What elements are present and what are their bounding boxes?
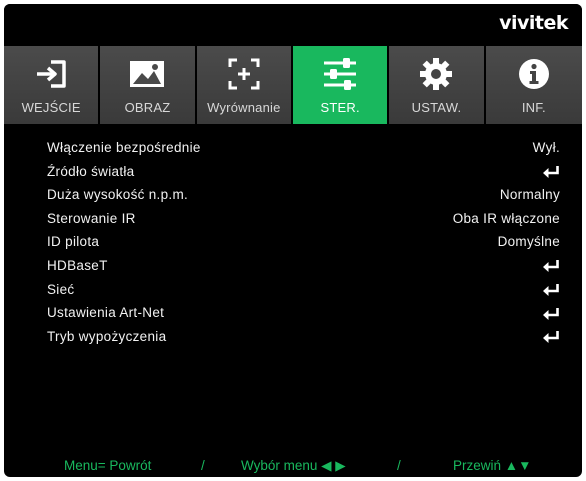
tab-label: STER. — [320, 100, 360, 115]
menu-item-value: Wył. — [532, 140, 560, 155]
menu-item-label: Sterowanie IR — [47, 210, 136, 226]
tab-input[interactable]: WEJŚCIE — [4, 46, 101, 124]
menu-item-network[interactable]: Sieć — [4, 278, 582, 302]
tab-label: INF. — [521, 100, 546, 115]
menu-item-rental-mode[interactable]: Tryb wypożyczenia — [4, 325, 582, 349]
menu-item-remote-id[interactable]: ID pilota Domyślne — [4, 230, 582, 254]
projector-osd-menu: vivitek WEJŚCIE OBRAZ Wyrównanie STER. U… — [4, 4, 582, 477]
sliders-icon — [293, 56, 387, 92]
enter-icon — [542, 254, 560, 278]
menu-item-value: Domyślne — [497, 234, 560, 250]
info-icon — [486, 56, 582, 92]
menu-item-label: Włączenie bezpośrednie — [47, 140, 201, 155]
tab-label: USTAW. — [411, 100, 462, 115]
menu-item-light-source[interactable]: Źródło światła — [4, 160, 582, 184]
tab-alignment[interactable]: Wyrównanie — [196, 46, 293, 124]
enter-icon — [542, 278, 560, 302]
menu-item-label: ID pilota — [47, 234, 100, 250]
enter-icon — [542, 301, 560, 325]
tab-setup[interactable]: USTAW. — [389, 46, 486, 124]
menu-item-value: Normalny — [499, 187, 560, 203]
hint-separator: / — [201, 458, 205, 473]
menu-item-ir-control[interactable]: Sterowanie IR Oba IR włączone — [4, 207, 582, 231]
menu-item-hdbaset[interactable]: HDBaseT — [4, 254, 582, 278]
enter-icon — [542, 160, 560, 184]
menu-item-label: Źródło światła — [47, 163, 135, 179]
select-menu-hint: Wybór menu ◀ ▶ — [241, 458, 346, 473]
menu-item-label: Sieć — [47, 281, 75, 297]
tab-control[interactable]: STER. — [292, 46, 390, 124]
picture-icon — [100, 56, 194, 92]
menu-item-value: Oba IR włączone — [452, 210, 560, 226]
tab-label: WEJŚCIE — [21, 100, 81, 115]
enter-icon — [542, 325, 560, 349]
menu-item-high-altitude[interactable]: Duża wysokość n.p.m. Normalny — [4, 183, 582, 207]
menu-item-label: Tryb wypożyczenia — [47, 328, 167, 344]
menu-item-label: Ustawienia Art-Net — [47, 305, 165, 321]
scroll-hint: Przewiń ▲▼ — [453, 458, 532, 473]
tab-label: OBRAZ — [124, 100, 171, 115]
menu-back-hint: Menu= Powrót — [64, 458, 152, 473]
tab-picture[interactable]: OBRAZ — [100, 46, 197, 124]
menu-item-label: HDBaseT — [47, 257, 108, 273]
hint-separator: / — [397, 458, 401, 473]
gear-icon — [389, 56, 483, 92]
menu-tabs: WEJŚCIE OBRAZ Wyrównanie STER. USTAW. IN… — [4, 46, 582, 124]
tab-label: Wyrównanie — [207, 100, 281, 115]
vivitek-logo: vivitek — [499, 12, 568, 34]
alignment-icon — [197, 56, 291, 92]
navigation-hint-bar: Menu= Powrót / Wybór menu ◀ ▶ / Przewiń … — [4, 454, 582, 477]
top-bar: vivitek — [4, 4, 582, 46]
tab-info[interactable]: INF. — [485, 46, 582, 124]
input-icon — [4, 56, 98, 92]
control-menu-list: Włączenie bezpośrednie Wył. Źródło świat… — [4, 136, 582, 348]
menu-item-art-net-settings[interactable]: Ustawienia Art-Net — [4, 301, 582, 325]
menu-item-direct-power-on[interactable]: Włączenie bezpośrednie Wył. — [4, 136, 582, 160]
menu-item-label: Duża wysokość n.p.m. — [47, 187, 189, 203]
